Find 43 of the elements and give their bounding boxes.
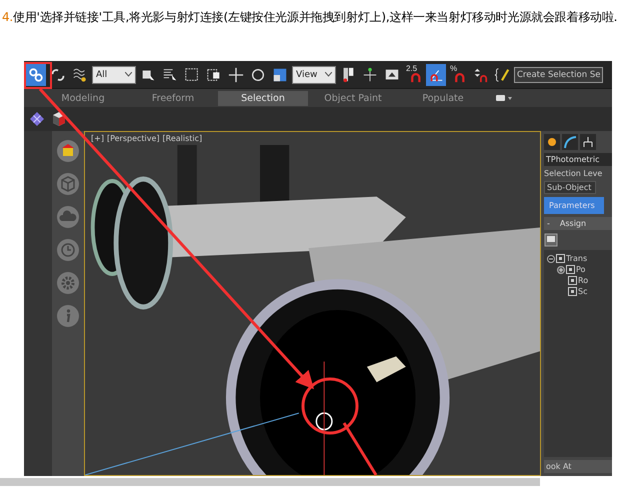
magnet-button[interactable]: % <box>448 64 468 86</box>
hierarchy-icon[interactable] <box>580 134 596 150</box>
diamond-grid-icon[interactable] <box>28 110 46 128</box>
highlight-circle <box>302 378 358 434</box>
ribbon-tab[interactable]: Populate <box>398 90 488 106</box>
magnet-button[interactable]: 2.5 <box>404 64 424 86</box>
ribbon-menu-icon[interactable] <box>496 94 512 102</box>
collapse-icon[interactable] <box>547 254 555 262</box>
caret-icon[interactable] <box>325 72 332 77</box>
ribbon-tab[interactable]: Selection <box>218 90 308 106</box>
sun-icon[interactable] <box>544 134 560 150</box>
selection-set-field[interactable]: Create Selection Se <box>514 66 604 82</box>
node-icon <box>568 287 577 296</box>
viewport-label[interactable]: [Perspective] <box>106 134 160 143</box>
tree-item[interactable]: Ro <box>557 275 612 286</box>
object-name-field[interactable]: TPhotometric <box>544 153 612 166</box>
viewport-label[interactable]: [+] <box>91 134 104 143</box>
curve-icon[interactable] <box>562 134 578 150</box>
caret-icon[interactable] <box>125 72 132 77</box>
tree-item[interactable]: Trans <box>547 253 612 264</box>
node-icon <box>566 265 575 274</box>
filter-dropdown[interactable]: All <box>92 66 136 84</box>
ribbon-tab[interactable]: Modeling <box>38 90 128 106</box>
horizontal-scrollbar[interactable] <box>0 478 540 486</box>
look-at-button[interactable]: ook At <box>544 460 612 473</box>
node-icon <box>568 276 577 285</box>
tree-item[interactable]: Po <box>557 264 612 275</box>
sub-object-button[interactable]: Sub-Object <box>544 181 596 194</box>
viewport-label[interactable]: [Realistic] <box>162 134 202 143</box>
ribbon-tab[interactable]: Object Paint <box>308 90 398 106</box>
tree-item[interactable]: Sc <box>557 286 612 297</box>
instruction-text: 4.使用'选择并链接'工具,将光影与射灯连接(左键按住光源并拖拽到射灯上),这样一来当射灯移动时光源就会跟着移动啦. <box>1 9 618 26</box>
expand-icon[interactable] <box>557 266 565 274</box>
ribbon-tab[interactable]: Freeform <box>128 90 218 106</box>
toolbox-icon[interactable] <box>56 139 80 163</box>
assign-controller-icon[interactable] <box>544 233 558 247</box>
selection-level-label: Selection Leve <box>544 169 604 178</box>
viewport[interactable]: [+] [Perspective] [Realistic] <box>84 131 541 476</box>
cube-icon[interactable] <box>50 110 68 128</box>
filter-dropdown[interactable]: View <box>292 66 336 84</box>
node-icon <box>556 254 565 263</box>
rollout-header[interactable]: - Assign <box>544 217 612 230</box>
highlight-rectangle <box>24 62 52 89</box>
